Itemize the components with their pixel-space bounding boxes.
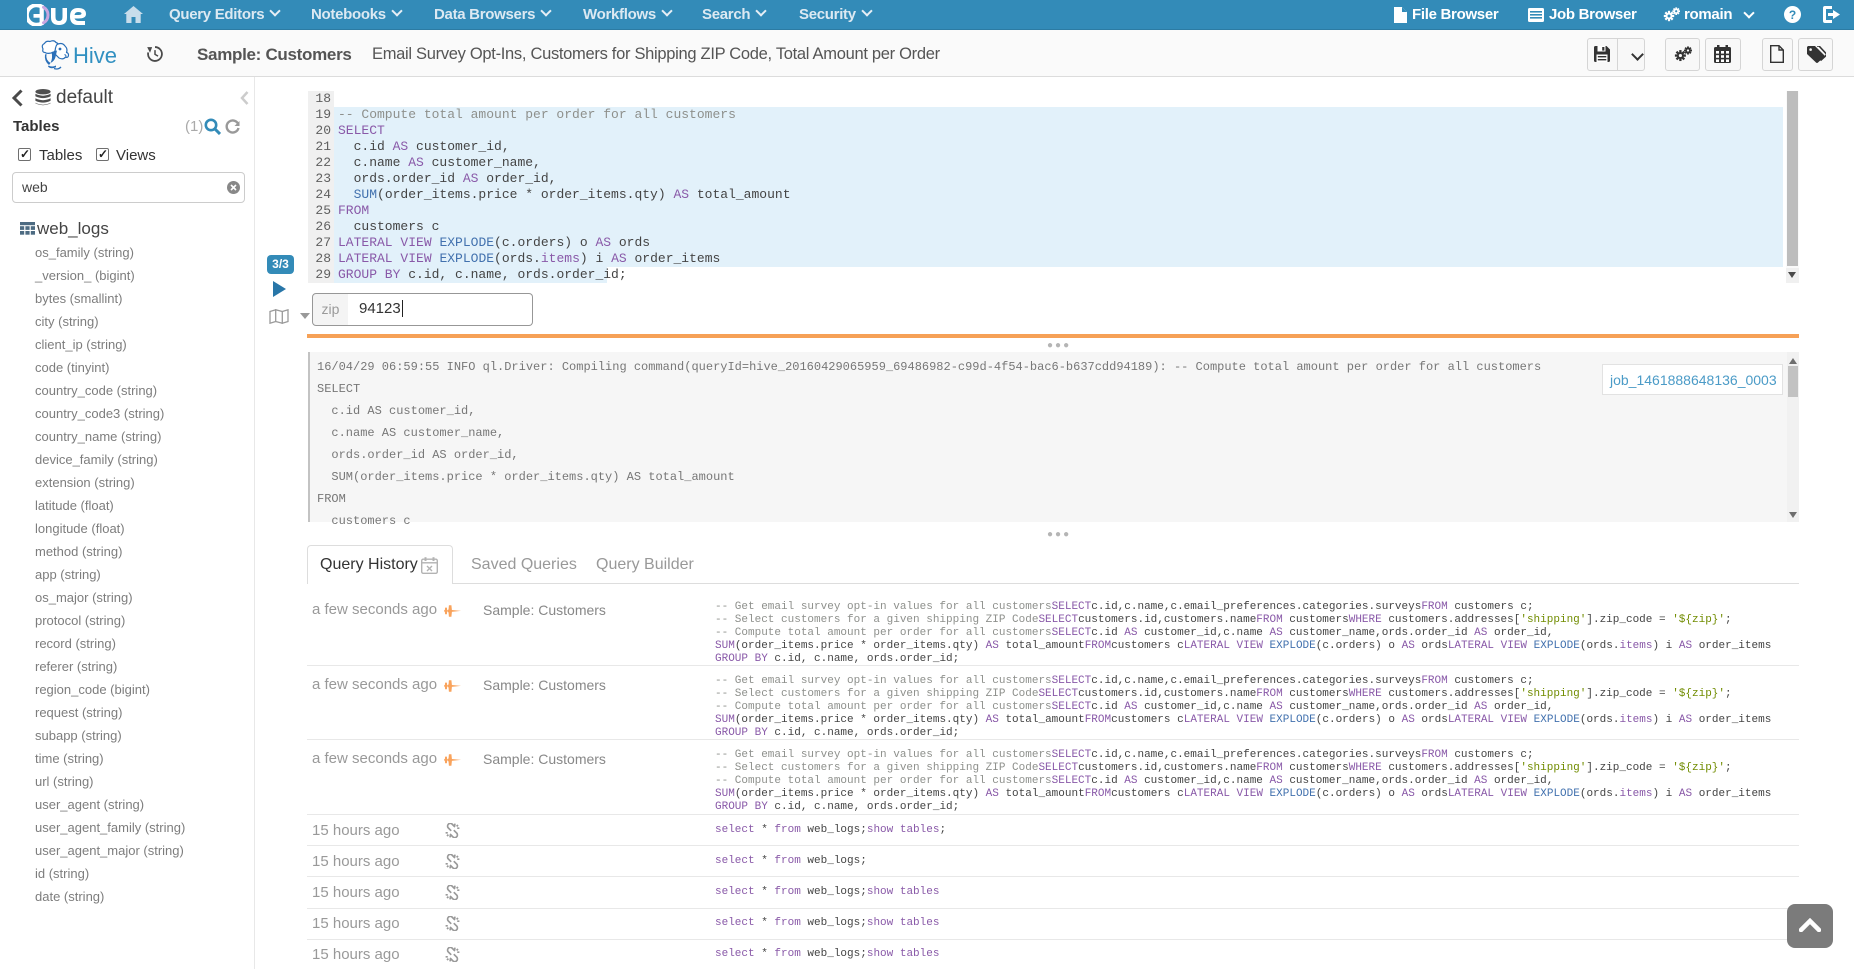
svg-text:?: ? (1789, 8, 1796, 22)
